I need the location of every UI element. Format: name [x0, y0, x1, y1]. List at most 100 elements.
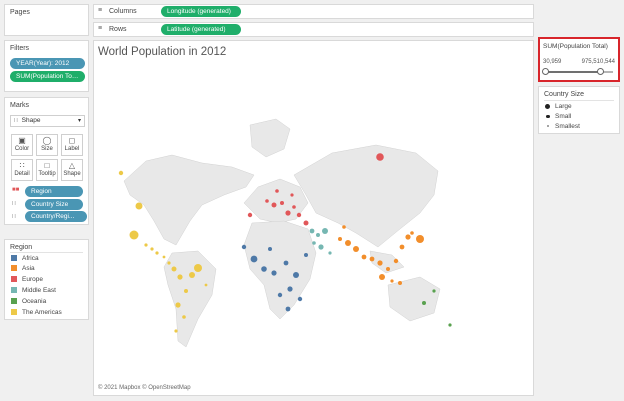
country-mark[interactable] — [247, 212, 253, 218]
country-mark[interactable] — [275, 189, 279, 193]
country-mark[interactable] — [287, 286, 293, 292]
country-mark[interactable] — [293, 272, 299, 278]
country-mark[interactable] — [390, 279, 394, 283]
country-mark[interactable] — [271, 202, 277, 208]
filter-population-pill[interactable]: SUM(Population Tot... — [10, 71, 85, 82]
columns-longitude-pill[interactable]: Longitude (generated) — [161, 6, 241, 17]
world-map[interactable] — [94, 63, 533, 383]
legend-item-the-americas[interactable]: The Americas — [11, 309, 62, 316]
map-attribution: © 2021 Mapbox © OpenStreetMap — [98, 385, 191, 391]
country-mark[interactable] — [118, 170, 124, 176]
color-button[interactable]: ▣ Color — [11, 134, 33, 156]
legend-item-oceania[interactable]: Oceania — [11, 298, 46, 305]
country-mark[interactable] — [353, 246, 359, 252]
country-mark[interactable] — [399, 244, 405, 250]
country-mark[interactable] — [182, 315, 186, 319]
country-mark[interactable] — [361, 254, 367, 260]
country-mark[interactable] — [296, 212, 302, 218]
marks-region-pill[interactable]: Region — [25, 186, 83, 197]
size-legend-divider — [544, 100, 614, 101]
country-mark[interactable] — [312, 241, 316, 245]
country-mark[interactable] — [277, 292, 283, 298]
country-mark[interactable] — [177, 274, 183, 280]
country-mark[interactable] — [175, 302, 181, 308]
legend-item-africa[interactable]: Africa — [11, 255, 39, 262]
marks-country-pill[interactable]: Country/Regi... — [25, 211, 87, 222]
size-legend-small[interactable]: Small — [545, 113, 571, 120]
country-mark[interactable] — [271, 270, 277, 276]
country-mark[interactable] — [144, 243, 148, 247]
legend-item-europe[interactable]: Europe — [11, 276, 43, 283]
country-mark[interactable] — [398, 281, 402, 285]
country-mark[interactable] — [204, 283, 208, 287]
country-mark[interactable] — [377, 260, 383, 266]
columns-shelf[interactable]: ≡ Columns Longitude (generated) — [93, 4, 534, 19]
country-mark[interactable] — [328, 251, 332, 255]
filter-year-pill[interactable]: YEAR(Year): 2012 — [10, 58, 85, 69]
country-mark[interactable] — [405, 234, 411, 240]
label-button[interactable]: ◻ Label — [61, 134, 83, 156]
columns-icon: ≡ — [98, 7, 103, 14]
country-mark[interactable] — [150, 247, 154, 251]
country-mark[interactable] — [316, 233, 320, 237]
country-mark[interactable] — [448, 323, 452, 327]
country-mark[interactable] — [422, 301, 426, 305]
size-legend-large[interactable]: Large — [545, 103, 572, 110]
country-mark[interactable] — [283, 260, 289, 266]
legend-label: The Americas — [22, 309, 62, 316]
country-mark[interactable] — [167, 261, 171, 265]
country-mark[interactable] — [393, 258, 399, 264]
country-mark[interactable] — [250, 255, 258, 263]
country-mark[interactable] — [345, 240, 351, 246]
country-mark[interactable] — [432, 289, 436, 293]
region-legend-divider — [10, 252, 83, 253]
country-mark[interactable] — [376, 153, 384, 161]
country-mark[interactable] — [285, 306, 291, 312]
population-slider-min-handle[interactable] — [542, 68, 549, 75]
shape-button[interactable]: △ Shape — [61, 159, 83, 181]
legend-item-asia[interactable]: Asia — [11, 265, 35, 272]
country-mark[interactable] — [184, 289, 188, 293]
mark-type-select[interactable]: ∷ Shape ▾ — [10, 115, 85, 127]
country-mark[interactable] — [338, 237, 342, 241]
country-mark[interactable] — [304, 253, 308, 257]
country-mark[interactable] — [261, 266, 267, 272]
size-button[interactable]: ◯ Size — [36, 134, 58, 156]
country-mark[interactable] — [285, 210, 291, 216]
country-mark[interactable] — [194, 264, 202, 272]
country-mark[interactable] — [379, 274, 385, 280]
country-mark[interactable] — [241, 244, 247, 250]
country-mark[interactable] — [135, 202, 143, 210]
country-mark[interactable] — [318, 244, 324, 250]
country-mark[interactable] — [162, 255, 166, 259]
size-legend-smallest[interactable]: Smallest — [545, 123, 580, 130]
country-mark[interactable] — [130, 232, 134, 236]
country-mark[interactable] — [155, 251, 159, 255]
country-mark[interactable] — [416, 235, 424, 243]
country-mark[interactable] — [322, 228, 328, 234]
tooltip-button[interactable]: □ Tooltip — [36, 159, 58, 181]
country-mark[interactable] — [280, 201, 284, 205]
country-mark[interactable] — [268, 247, 272, 251]
country-mark[interactable] — [171, 266, 177, 272]
country-mark[interactable] — [410, 231, 414, 235]
country-mark[interactable] — [292, 205, 296, 209]
country-mark[interactable] — [369, 256, 375, 262]
rows-latitude-pill[interactable]: Latitude (generated) — [161, 24, 241, 35]
population-slider-max-handle[interactable] — [597, 68, 604, 75]
country-mark[interactable] — [303, 220, 309, 226]
detail-button[interactable]: ∷ Detail — [11, 159, 33, 181]
color-label: Color — [14, 146, 30, 152]
legend-label: Middle East — [22, 287, 56, 294]
country-mark[interactable] — [386, 267, 390, 271]
country-mark[interactable] — [290, 193, 294, 197]
legend-item-middle-east[interactable]: Middle East — [11, 287, 56, 294]
country-mark[interactable] — [342, 225, 346, 229]
country-mark[interactable] — [309, 228, 315, 234]
country-mark[interactable] — [265, 199, 269, 203]
country-mark[interactable] — [174, 329, 178, 333]
country-mark[interactable] — [297, 296, 303, 302]
marks-country-size-pill[interactable]: Country Size — [25, 199, 83, 210]
country-mark[interactable] — [189, 272, 195, 278]
rows-shelf[interactable]: ≡ Rows Latitude (generated) — [93, 22, 534, 37]
